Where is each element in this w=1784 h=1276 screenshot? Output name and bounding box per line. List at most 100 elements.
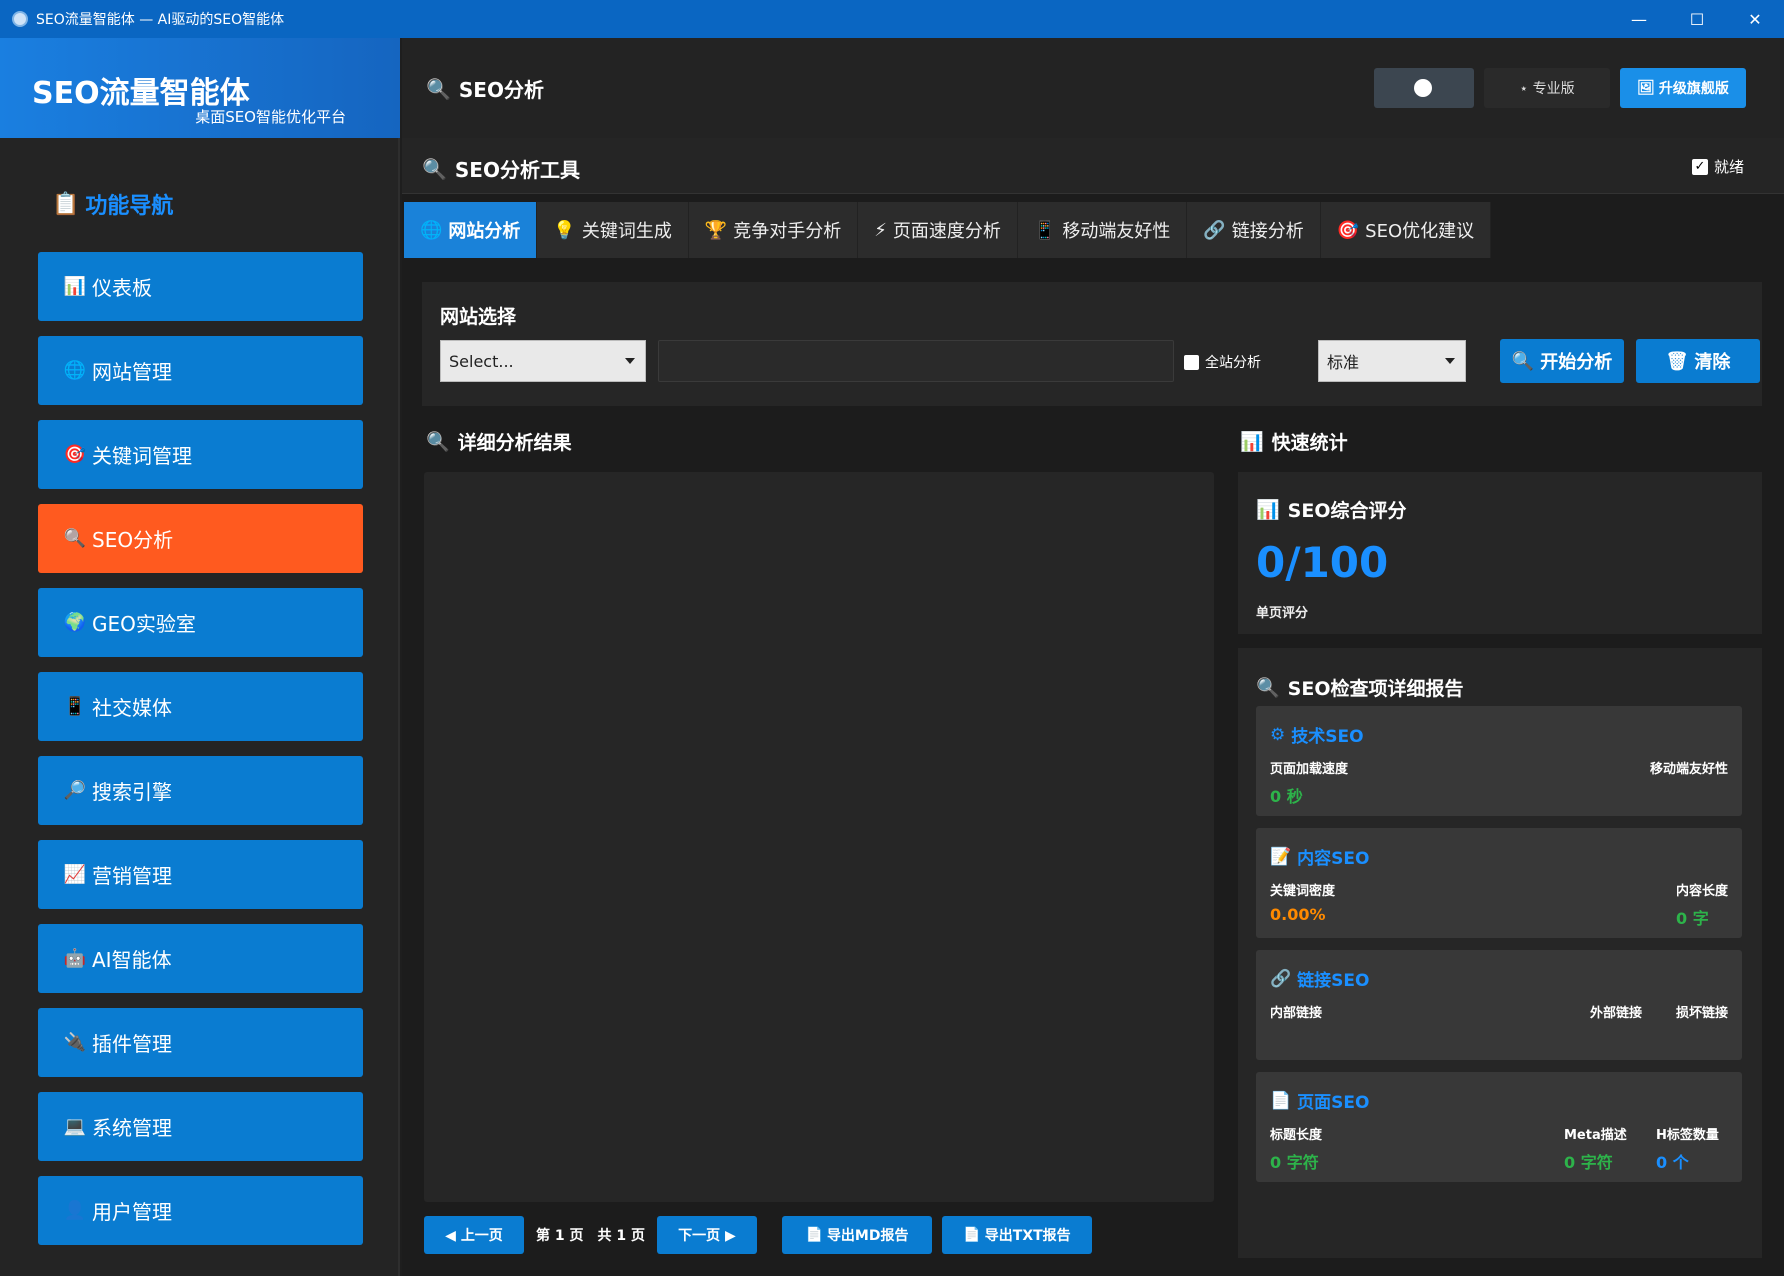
full-site-checkbox[interactable]: 全站分析 xyxy=(1184,352,1261,372)
sidebar-item-label: GEO实验室 xyxy=(92,612,196,636)
pagination: ◀ 上一页 第 1 页 共 1 页 下一页 ▶ 📄 导出MD报告 📄 导出TXT… xyxy=(424,1216,1092,1254)
mode-select[interactable]: 标准 xyxy=(1318,340,1466,382)
window-title: SEO流量智能体 — AI驱动的SEO智能体 xyxy=(36,12,285,28)
tab-label: 链接分析 xyxy=(1231,221,1304,242)
tab-keyword-gen[interactable]: 💡 关键词生成 xyxy=(537,202,689,258)
sidebar: SEO流量智能体 桌面SEO智能优化平台 📋 功能导航 📊 仪表板 🌐 网站管理 🎯… xyxy=(0,38,400,1276)
start-analysis-label: 开始分析 xyxy=(1540,352,1613,373)
check-icon: ✓ xyxy=(1691,158,1708,175)
metric-h-tags: H标签数量 0 个 xyxy=(1656,1124,1719,1173)
globe-icon: 🌐 xyxy=(420,219,443,241)
metric-label: 内部链接 xyxy=(1270,1006,1323,1021)
checkbox-box xyxy=(1184,354,1199,370)
sidebar-item-websites[interactable]: 🌐 网站管理 xyxy=(38,336,363,405)
prev-page-button[interactable]: ◀ 上一页 xyxy=(424,1216,524,1254)
page-seo-label: 页面SEO xyxy=(1297,1093,1370,1113)
sidebar-item-keywords[interactable]: 🎯 关键词管理 xyxy=(38,420,363,489)
close-button[interactable]: ✕ xyxy=(1726,0,1784,38)
trend-icon: 📈 xyxy=(63,864,87,885)
quick-stats-heading: 📊 快速统计 xyxy=(1240,428,1348,455)
link-seo-title: 🔗 链接SEO xyxy=(1270,966,1370,992)
theme-toggle[interactable] xyxy=(1374,68,1474,108)
sidebar-item-dashboard[interactable]: 📊 仪表板 xyxy=(38,252,363,321)
clear-label: 清除 xyxy=(1694,352,1731,373)
bulb-icon: 💡 xyxy=(553,219,576,241)
sidebar-item-label: 关键词管理 xyxy=(92,444,192,468)
site-select-value: Select... xyxy=(449,351,514,371)
metric-value: 0 秒 xyxy=(1270,787,1303,806)
metric-mobile: 移动端友好性 xyxy=(1650,758,1728,783)
page-seo-card: 📄 页面SEO 标题长度 0 字符 Meta描述 0 字符 H标签数量 0 个 xyxy=(1256,1072,1742,1182)
sidebar-item-marketing[interactable]: 📈 营销管理 xyxy=(38,840,363,909)
clipboard-icon: 📋 xyxy=(52,191,80,217)
brand-header: SEO流量智能体 桌面SEO智能优化平台 xyxy=(0,38,400,138)
sidebar-item-ai-agent[interactable]: 🤖 AI智能体 xyxy=(38,924,363,993)
export-txt-button[interactable]: 📄 导出TXT报告 xyxy=(942,1216,1092,1254)
results-title: 详细分析结果 xyxy=(457,432,572,454)
app-icon xyxy=(12,11,28,27)
maximize-button[interactable]: ☐ xyxy=(1668,0,1726,38)
tab-mobile[interactable]: 📱 移动端友好性 xyxy=(1017,202,1188,258)
minimize-button[interactable]: — xyxy=(1610,0,1668,38)
sidebar-item-seo-analysis[interactable]: 🔍 SEO分析 xyxy=(38,504,363,573)
nav-heading: 📋 功能导航 xyxy=(52,188,173,220)
tool-title: 🔍 SEO分析工具 xyxy=(422,154,580,183)
status-label: 就绪 xyxy=(1713,158,1744,176)
sidebar-item-label: 社交媒体 xyxy=(92,696,172,720)
chart-icon: 📊 xyxy=(63,276,87,297)
tech-seo-label: 技术SEO xyxy=(1291,727,1364,747)
export-md-button[interactable]: 📄 导出MD报告 xyxy=(782,1216,932,1254)
sidebar-item-search-engine[interactable]: 🔎 搜索引擎 xyxy=(38,756,363,825)
nav-heading-label: 功能导航 xyxy=(85,194,174,219)
metric-value: 0 字 xyxy=(1675,909,1709,928)
link-seo-label: 链接SEO xyxy=(1297,971,1370,991)
clear-button[interactable]: 🗑 清除 xyxy=(1636,339,1760,383)
chevron-down-icon xyxy=(625,358,635,364)
start-analysis-button[interactable]: 🔍 开始分析 xyxy=(1500,339,1624,383)
metric-value: 0.00% xyxy=(1270,905,1326,924)
metric-page-speed: 页面加载速度 0 秒 xyxy=(1270,758,1348,807)
metric-value: 0 个 xyxy=(1656,1153,1689,1172)
tab-page-speed[interactable]: ⚡ 页面速度分析 xyxy=(858,202,1018,258)
magnifier-icon: 🔍 xyxy=(426,431,450,453)
user-icon: 👤 xyxy=(63,1200,87,1221)
sidebar-item-label: 仪表板 xyxy=(92,276,152,300)
metric-label: 标题长度 xyxy=(1270,1128,1323,1143)
sidebar-item-label: 搜索引擎 xyxy=(92,780,172,804)
link-icon: 🔗 xyxy=(1203,219,1226,241)
metric-label: 内容长度 xyxy=(1675,884,1728,899)
sidebar-item-system[interactable]: 💻 系统管理 xyxy=(38,1092,363,1161)
sidebar-item-geo-lab[interactable]: 🌍 GEO实验室 xyxy=(38,588,363,657)
tab-label: 页面速度分析 xyxy=(892,221,1001,242)
tab-label: SEO优化建议 xyxy=(1365,221,1475,242)
metric-title-length: 标题长度 0 字符 xyxy=(1270,1124,1322,1173)
site-select[interactable]: Select... xyxy=(440,340,646,382)
tab-suggestions[interactable]: 🎯 SEO优化建议 xyxy=(1320,202,1492,258)
tab-competitor[interactable]: 🏆 竞争对手分析 xyxy=(688,202,859,258)
metric-value: 0 字符 xyxy=(1270,1153,1319,1172)
metric-value: 0 字符 xyxy=(1564,1153,1613,1172)
metric-internal-links: 内部链接 xyxy=(1270,1002,1322,1021)
page-title-label: SEO分析 xyxy=(458,78,544,102)
metric-keyword-density: 关键词密度 0.00% xyxy=(1270,880,1335,924)
edition-badge: ⋆ 专业版 xyxy=(1484,68,1610,108)
trophy-icon: 🏆 xyxy=(704,219,728,241)
next-page-button[interactable]: 下一页 ▶ xyxy=(657,1216,757,1254)
upgrade-button[interactable]: 🖼 升级旗舰版 xyxy=(1620,68,1746,108)
tech-seo-title: ⚙ 技术SEO xyxy=(1270,722,1364,748)
metric-label: 页面加载速度 xyxy=(1270,762,1349,777)
link-seo-card: 🔗 链接SEO 内部链接 外部链接 损坏链接 xyxy=(1256,950,1742,1060)
mode-select-value: 标准 xyxy=(1327,353,1360,372)
site-selection-label: 网站选择 xyxy=(440,306,517,328)
tab-site-analysis[interactable]: 🌐 网站分析 xyxy=(404,202,538,258)
sidebar-item-label: 插件管理 xyxy=(92,1032,172,1056)
sidebar-item-users[interactable]: 👤 用户管理 xyxy=(38,1176,363,1245)
metric-label: 关键词密度 xyxy=(1270,884,1336,899)
tab-links[interactable]: 🔗 链接分析 xyxy=(1187,202,1321,258)
toggle-knob xyxy=(1414,79,1432,97)
earth-icon: 🌍 xyxy=(63,612,87,633)
url-input[interactable] xyxy=(658,340,1174,382)
sidebar-item-label: 用户管理 xyxy=(92,1200,172,1224)
sidebar-item-social[interactable]: 📱 社交媒体 xyxy=(38,672,363,741)
sidebar-item-plugins[interactable]: 🔌 插件管理 xyxy=(38,1008,363,1077)
